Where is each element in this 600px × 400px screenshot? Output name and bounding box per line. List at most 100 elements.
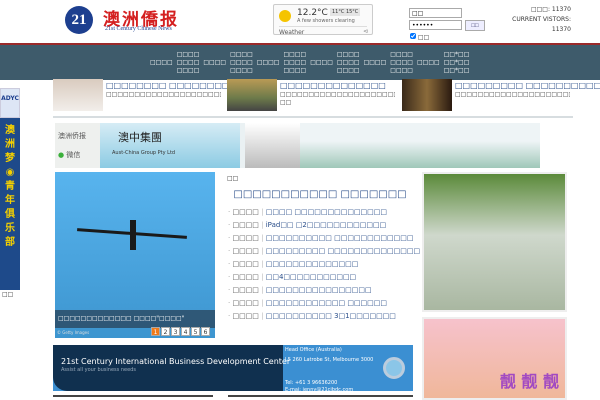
headline-text[interactable]: □□□□□□□□□□□□ □□□□□□ bbox=[266, 299, 387, 307]
nav-item[interactable]: □□□□ bbox=[364, 59, 387, 67]
remember-checkbox[interactable]: □□ bbox=[410, 33, 429, 41]
nav-item[interactable]: □□*□□ □□*□□ □□*□□ bbox=[444, 51, 470, 75]
slide-page-button[interactable]: 4 bbox=[181, 327, 190, 336]
news-thumbnail[interactable] bbox=[53, 79, 103, 111]
headline-category[interactable]: □□□□ bbox=[232, 273, 258, 281]
side-ad-logo: ADYC bbox=[0, 88, 20, 118]
photo-slideshow[interactable]: □□□□□□□□□□□□□ □□□□"□□□□" © Getty Images … bbox=[55, 172, 215, 338]
nav-item[interactable]: □□□□ □□□□ □□□□ bbox=[390, 51, 413, 75]
headline-item[interactable]: · □□□□ | □□□□□□□□□□ □□□□□□□□□□□□ bbox=[228, 234, 420, 247]
separator: | bbox=[258, 286, 266, 294]
slide-page-button[interactable]: 6 bbox=[201, 327, 210, 336]
headline-category[interactable]: □□□□ bbox=[232, 234, 258, 242]
headline-item[interactable]: · □□□□ | □□□□□□□□□□□□□□ bbox=[228, 260, 420, 273]
beauty-ad-text: 靓 靓 靓 bbox=[499, 372, 559, 391]
headline-category[interactable]: □□□□ bbox=[232, 312, 258, 320]
news-thumbnail[interactable] bbox=[402, 79, 452, 111]
headline-text[interactable]: □□□□□□□□□□ □□□□□□□□□□□□ bbox=[266, 234, 414, 242]
business-center-banner[interactable]: 21st Century International Business Deve… bbox=[53, 345, 413, 393]
city-image bbox=[300, 123, 540, 168]
weather-widget[interactable]: 12.2°C 11°C 15°C A few showers clearing … bbox=[273, 4, 373, 36]
headline-item[interactable]: · □□□□ | □□□□ □□□□□□□□□□□□□□ bbox=[228, 208, 420, 221]
nav-item[interactable]: □□□□ bbox=[257, 59, 280, 67]
headline-text[interactable]: □□□□ □□□□□□□□□□□□□□ bbox=[266, 208, 387, 216]
wechat-icon: ● bbox=[58, 151, 65, 159]
nav-item[interactable]: □□□□ □□□□ □□□□ bbox=[177, 51, 200, 75]
slide-page-button[interactable]: 1 bbox=[151, 327, 160, 336]
wechat-icon-label: ● 微信 bbox=[58, 146, 97, 165]
location-icon[interactable]: ⊲ bbox=[363, 28, 368, 35]
slide-page-button[interactable]: 5 bbox=[191, 327, 200, 336]
slide-page-button[interactable]: 3 bbox=[171, 327, 180, 336]
headline-text[interactable]: □□4□□□□□□□□□□□ bbox=[266, 273, 356, 281]
nav-item[interactable]: □□□□ □□□□ □□□□ bbox=[337, 51, 360, 75]
separator: | bbox=[258, 299, 266, 307]
news-title[interactable]: □□□□□□□□□ □□□□□□□□□□ bbox=[455, 81, 600, 90]
headline-category[interactable]: □□□□ bbox=[232, 260, 258, 268]
headline-text[interactable]: □□□□□□□□□□ 3□1□□□□□□□ bbox=[266, 312, 396, 320]
nav-item[interactable]: □□□□ □□□□ □□□□ bbox=[230, 51, 253, 75]
news-item[interactable]: □□□□□□□□ □□□□□□□□□□□□□ □□□□□□□□□□□□□□□□□… bbox=[53, 79, 267, 111]
company-name-en: Aust-China Group Pty Ltd bbox=[112, 150, 176, 156]
news-item[interactable]: □□□□□□□□□□□□□□ □□□□□□□□□□□□□□□□□□□□□□□AB… bbox=[227, 79, 397, 111]
separator: | bbox=[258, 273, 266, 281]
headline-title[interactable]: □□□□□□□□□□□ □□□□□□□ bbox=[225, 189, 415, 200]
password-input[interactable] bbox=[409, 20, 462, 30]
news-title[interactable]: □□□□□□□□□□□□□□ bbox=[280, 81, 386, 90]
office-email: E-mai: jenny@21cibdc.com bbox=[285, 387, 354, 393]
headline-category[interactable]: □□□□ bbox=[232, 247, 258, 255]
beauty-ad[interactable]: 靓 靓 靓 bbox=[422, 317, 567, 400]
headline-category[interactable]: □□□□ bbox=[232, 221, 258, 229]
news-item[interactable]: □□□□□□□□□ □□□□□□□□□□ □□□□□□□□□□□□□□□□□□□… bbox=[402, 79, 600, 111]
headline-item[interactable]: · □□□□ | □□□□□□□□□ □□□□□□□□□□□□□□ bbox=[228, 247, 420, 260]
headline-item[interactable]: · □□□□ | □□4□□□□□□□□□□□ bbox=[228, 273, 420, 286]
news-desc: □□□□□□□□□□□□□□□□□□□□□□□□□□□□□□□□□□□□□ bbox=[455, 91, 570, 98]
logo-title-en: 21st Century Chinese News bbox=[105, 26, 172, 32]
headline-text[interactable]: □□□□□□□□□□□□□□□□ bbox=[266, 286, 372, 294]
remember-label: □□ bbox=[417, 34, 430, 41]
remember-check[interactable] bbox=[410, 33, 416, 39]
headline-category[interactable]: □□□□ bbox=[232, 208, 258, 216]
news-thumbnail[interactable] bbox=[227, 79, 277, 111]
plane-fuselage bbox=[130, 220, 136, 250]
main-nav: □□□□ □□□□ □□□□ □□□□ □□□□ □□□□ □□□□ □□□□ □□□□… bbox=[0, 45, 600, 80]
section-header: □□ bbox=[227, 175, 239, 182]
headline-item[interactable]: · □□□□ | iPad□□ □2□□□□□□□□□□□□ bbox=[228, 221, 420, 234]
side-ad-close[interactable]: □□ bbox=[2, 291, 13, 298]
headline-text[interactable]: □□□□□□□□□□□□□□ bbox=[266, 260, 359, 268]
weather-showers-icon bbox=[279, 10, 291, 22]
photo-credit: © Getty Images bbox=[57, 330, 90, 335]
slide-caption[interactable]: □□□□□□□□□□□□□ □□□□"□□□□" bbox=[55, 310, 215, 328]
headline-list: □□ □□□□□□□□□□□ □□□□□□□ · □□□□ | □□□□ □□□… bbox=[225, 172, 420, 332]
headline-text[interactable]: □□□□□□□□□ □□□□□□□□□□□□□□ bbox=[266, 247, 420, 255]
headline-item[interactable]: · □□□□ | □□□□□□□□□□□□ □□□□□□ bbox=[228, 299, 420, 312]
headline-category[interactable]: □□□□ bbox=[232, 286, 258, 294]
current-visitors-count: 11370 bbox=[551, 26, 571, 33]
ad-banner-aust-china[interactable]: 澳洲侨报 ● 微信 澳中集團 Aust-China Group Pty Ltd bbox=[55, 123, 540, 168]
side-ad-text: 澳 洲 梦 ◉ 青 年 俱 乐 部 bbox=[0, 118, 20, 290]
biz-subtitle: Assist all your business needs bbox=[61, 367, 136, 373]
username-input[interactable] bbox=[409, 8, 462, 18]
slide-page-button[interactable]: 2 bbox=[161, 327, 170, 336]
headline-item[interactable]: · □□□□ | □□□□□□□□□□ 3□1□□□□□□□ bbox=[228, 312, 420, 325]
separator: | bbox=[258, 208, 266, 216]
nav-item[interactable]: □□□□ bbox=[150, 59, 173, 67]
section-divider bbox=[53, 116, 573, 118]
nav-item[interactable]: □□□□ bbox=[203, 59, 226, 67]
search-icon bbox=[383, 357, 405, 379]
login-button[interactable]: □□ bbox=[465, 20, 485, 31]
nav-item[interactable]: □□□□ bbox=[310, 59, 333, 67]
weather-label: Weather bbox=[279, 26, 367, 36]
office-tel: Tel: +61 3 96636200 bbox=[285, 380, 338, 386]
separator: | bbox=[258, 234, 266, 242]
side-ad-banner[interactable]: ADYC 澳 洲 梦 ◉ 青 年 俱 乐 部 bbox=[0, 88, 20, 290]
separator: | bbox=[258, 260, 266, 268]
separator: | bbox=[258, 247, 266, 255]
headline-category[interactable]: □□□□ bbox=[232, 299, 258, 307]
headline-text[interactable]: iPad□□ □2□□□□□□□□□□□□ bbox=[266, 221, 386, 229]
site-logo[interactable]: 21 澳洲僑报 21st Century Chinese News bbox=[65, 6, 190, 36]
nav-item[interactable]: □□□□ bbox=[417, 59, 440, 67]
nav-item[interactable]: □□□□ □□□□ □□□□ bbox=[284, 51, 307, 75]
event-photo[interactable] bbox=[422, 172, 567, 312]
headline-item[interactable]: · □□□□ | □□□□□□□□□□□□□□□□ bbox=[228, 286, 420, 299]
